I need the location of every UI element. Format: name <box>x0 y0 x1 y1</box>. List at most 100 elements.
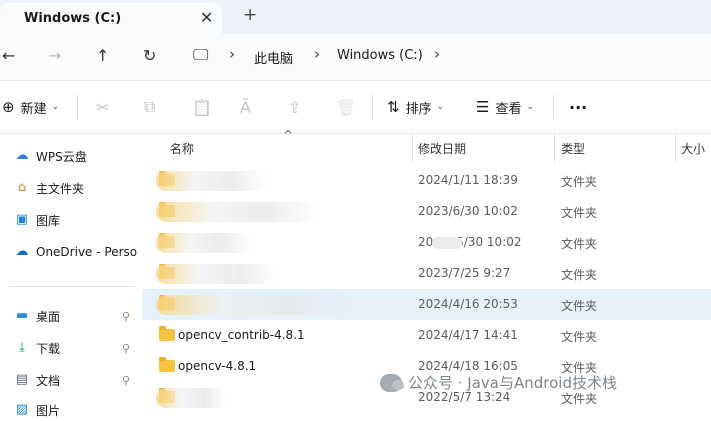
clipboard-icon: 📋 <box>192 97 212 117</box>
sidebar-item-wps-cloud[interactable]: ☁ WPS云盘 <box>14 145 142 167</box>
paste-button[interactable]: 📋 <box>192 81 212 133</box>
forward-arrow-icon[interactable]: → <box>48 46 61 65</box>
sidebar-item-label: 下载 <box>36 341 61 356</box>
table-row[interactable]: 2023/6/30 10:02 文件夹 <box>142 196 711 227</box>
chevron-right-icon[interactable]: › <box>314 45 320 63</box>
download-icon: ⤓ <box>19 340 25 355</box>
row-date: 2023/7/25 9:27 <box>418 266 511 280</box>
redacted-name <box>156 233 251 253</box>
onedrive-icon: ☁ <box>15 244 29 259</box>
plus-circle-icon: ⊕ <box>2 98 15 116</box>
rename-button[interactable]: Ā <box>240 81 251 133</box>
row-name: opencv_contrib-4.8.1 <box>178 328 305 342</box>
new-label: 新建 <box>20 101 47 117</box>
row-type: 文件夹 <box>561 206 598 220</box>
redacted-name <box>156 264 276 284</box>
column-header-name[interactable]: 名称 <box>170 134 194 162</box>
column-label: 类型 <box>561 141 586 156</box>
sidebar-item-label: 桌面 <box>36 309 61 324</box>
breadcrumb-this-pc[interactable]: 此电脑 <box>254 48 293 67</box>
row-type: 文件夹 <box>561 175 598 189</box>
table-row[interactable]: 2023/7/25 9:27 文件夹 <box>142 258 711 289</box>
up-arrow-icon[interactable]: ↑ <box>96 46 109 65</box>
breadcrumb-windows-c[interactable]: Windows (C:) <box>337 48 423 63</box>
table-row[interactable]: 2024/1/11 18:39 文件夹 <box>142 165 711 196</box>
documents-icon: ▤ <box>15 372 29 387</box>
sidebar-item-label: WPS云盘 <box>36 149 87 164</box>
copy-button[interactable]: ⧉ <box>144 81 155 133</box>
chevron-down-icon: ⌄ <box>51 102 60 112</box>
pin-icon[interactable]: ⚲ <box>122 374 130 387</box>
row-type: 文件夹 <box>561 237 598 251</box>
sidebar-item-label: 主文件夹 <box>36 181 85 196</box>
new-tab-icon[interactable]: + <box>243 5 257 25</box>
table-row[interactable]: 20 5/30 10:02 文件夹 <box>142 227 711 258</box>
column-divider[interactable] <box>554 134 555 162</box>
sidebar-item-pictures[interactable]: ▨ 图片 <box>14 399 142 421</box>
view-button[interactable]: ☰ 查看 ⌄ <box>476 81 534 133</box>
sidebar-item-gallery[interactable]: ▣ 图库 <box>14 209 142 231</box>
copy-icon: ⧉ <box>144 97 156 116</box>
close-icon[interactable]: ✕ <box>200 8 213 27</box>
folder-icon <box>159 326 175 341</box>
row-type: 文件夹 <box>561 268 598 282</box>
watermark: 公众号 · Java与Android技术栈 <box>380 372 617 393</box>
home-icon: ⌂ <box>17 180 27 195</box>
cut-button[interactable]: ✂ <box>96 81 109 133</box>
wechat-logo-icon <box>380 373 404 392</box>
sidebar-item-label: 图片 <box>36 403 61 418</box>
address-bar: ← → ↑ ↻ 🖵 › 此电脑 › Windows (C:) › <box>0 34 711 81</box>
column-header-size[interactable]: 大小 <box>681 134 705 162</box>
redacted-date <box>432 237 462 249</box>
rename-icon: Ā <box>240 97 251 117</box>
back-arrow-icon[interactable]: ← <box>2 46 15 65</box>
refresh-icon[interactable]: ↻ <box>143 46 156 65</box>
share-button[interactable]: ⇪ <box>288 81 301 133</box>
pin-icon[interactable]: ⚲ <box>122 310 130 323</box>
delete-button[interactable]: 🗑 <box>336 81 356 133</box>
tab-strip: Windows (C:) ✕ + <box>0 0 711 34</box>
sidebar-item-label: 图库 <box>36 213 61 228</box>
sort-label: 排序 <box>405 101 432 117</box>
row-type: 文件夹 <box>561 299 598 313</box>
row-date: 2024/4/17 14:41 <box>418 328 518 342</box>
column-label: 大小 <box>681 141 706 156</box>
chevron-down-icon: ⌄ <box>436 102 445 112</box>
pictures-icon: ▨ <box>15 402 29 417</box>
new-button[interactable]: ⊕ 新建 ⌄ <box>2 81 59 133</box>
trash-icon: 🗑 <box>336 97 357 117</box>
sidebar-item-home[interactable]: ⌂ 主文件夹 <box>14 177 142 199</box>
column-header-date[interactable]: 修改日期 <box>418 134 466 162</box>
column-divider[interactable] <box>412 134 413 162</box>
tab-windows-c[interactable]: Windows (C:) ✕ <box>0 3 222 34</box>
scissors-icon: ✂ <box>96 97 110 117</box>
file-list: ^ 名称 修改日期 类型 大小 2024/1/11 18:39 文件夹 2023… <box>142 128 711 411</box>
table-row-selected[interactable]: 2024/4/16 20:53 文件夹 <box>142 289 711 320</box>
view-label: 查看 <box>495 101 522 117</box>
more-options-button[interactable]: ··· <box>569 81 587 133</box>
sidebar-item-onedrive[interactable]: ☁ OneDrive - Perso <box>14 241 142 263</box>
row-type: 文件夹 <box>561 330 598 344</box>
tab-title: Windows (C:) <box>24 11 122 26</box>
sort-arrows-icon: ⇅ <box>387 98 400 116</box>
row-date: 2024/1/11 18:39 <box>418 173 518 187</box>
column-header-type[interactable]: 类型 <box>561 134 585 162</box>
more-icon: ··· <box>569 97 588 117</box>
chevron-right-icon[interactable]: › <box>229 45 235 63</box>
computer-icon: 🖵 <box>193 45 209 64</box>
table-row[interactable]: opencv_contrib-4.8.1 2024/4/17 14:41 文件夹 <box>142 320 711 351</box>
redacted-name <box>156 202 316 222</box>
view-list-icon: ☰ <box>476 98 490 116</box>
divider <box>77 95 78 119</box>
command-bar: ⊕ 新建 ⌄ ✂ ⧉ 📋 Ā ⇪ 🗑 ⇅ 排序 ⌄ ☰ 查看 ⌄ ··· <box>0 81 711 134</box>
column-divider[interactable] <box>675 134 676 162</box>
sidebar-item-label: 文档 <box>36 373 61 388</box>
sort-button[interactable]: ⇅ 排序 ⌄ <box>387 81 444 133</box>
chevron-right-icon[interactable]: › <box>434 45 440 63</box>
pin-icon[interactable]: ⚲ <box>122 342 130 355</box>
chevron-down-icon: ⌄ <box>526 102 535 112</box>
row-name: opencv-4.8.1 <box>178 359 257 373</box>
gallery-icon: ▣ <box>15 212 29 227</box>
sort-ascending-icon: ^ <box>283 128 294 142</box>
row-date: 2024/4/16 20:53 <box>418 297 518 311</box>
